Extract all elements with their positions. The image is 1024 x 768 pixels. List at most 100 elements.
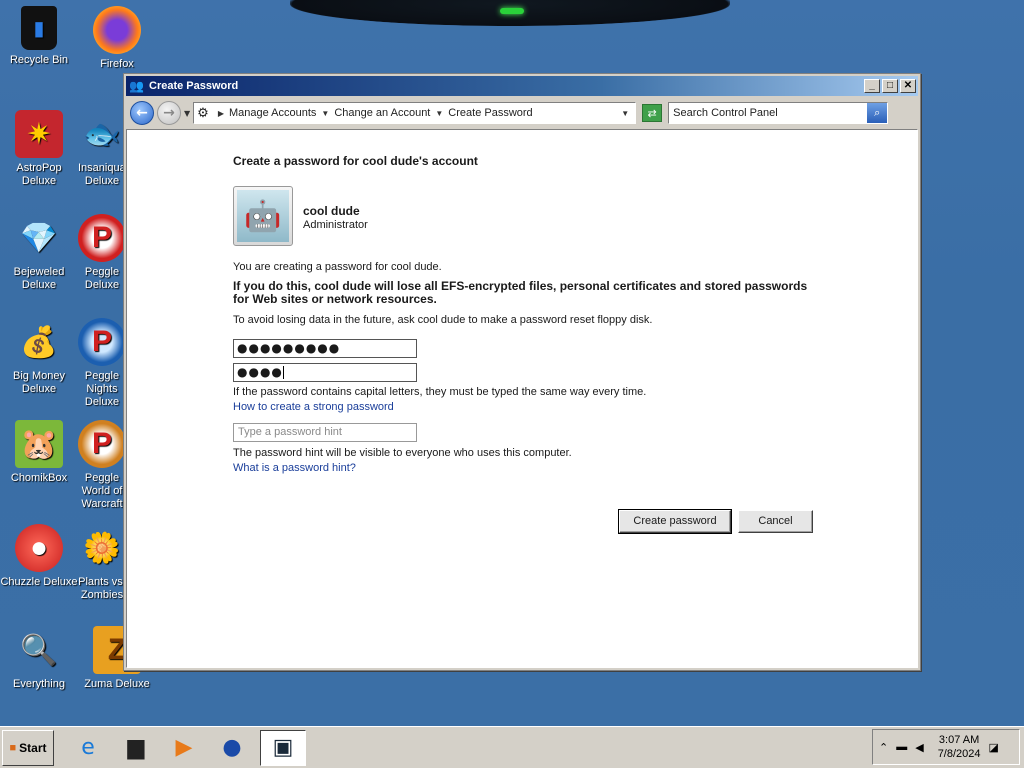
title-bar[interactable]: 👥 Create Password _ □ ✕	[126, 76, 918, 96]
peggle-nights-icon: P	[78, 318, 126, 366]
desktop-icon-chuzzle[interactable]: ● Chuzzle Deluxe	[0, 524, 78, 589]
breadcrumb-create-password[interactable]: Create Password	[448, 107, 532, 119]
password-hint-field[interactable]: Type a password hint	[233, 423, 417, 442]
desktop-icon-label: Peggle World of Warcraft	[81, 472, 123, 510]
create-password-window: 👥 Create Password _ □ ✕ ← → ▼ ⚙ ▶ Manage…	[123, 73, 921, 671]
window-title: Create Password	[149, 80, 239, 92]
chevron-up-icon[interactable]: ⌃	[879, 741, 888, 754]
content-pane: Create a password for cool dude's accoun…	[126, 129, 918, 668]
breadcrumb-change-account[interactable]: Change an Account	[334, 107, 430, 119]
desktop-icon-label: Insaniquarium Deluxe	[78, 162, 126, 187]
insaniquarium-icon: 🐟	[83, 117, 121, 151]
astropop-icon: ✷	[15, 110, 63, 158]
breadcrumb-manage-accounts[interactable]: Manage Accounts	[229, 107, 316, 119]
desktop-icon-pvz[interactable]: 🌼 Plants vs. Zombies	[78, 524, 126, 602]
desktop-icon-peggle[interactable]: P Peggle Deluxe	[78, 214, 126, 292]
bejeweled-icon: 💎	[20, 221, 58, 255]
account-card: 🤖 cool dude Administrator	[233, 186, 368, 246]
network-icon[interactable]: ▬	[896, 741, 907, 753]
intro-text: You are creating a password for cool dud…	[233, 261, 442, 273]
desktop-icon-big-money[interactable]: 💰 Big Money Deluxe	[0, 318, 78, 396]
clock[interactable]: 3:07 AM 7/8/2024	[938, 733, 981, 761]
search-icon[interactable]: ⌕	[867, 103, 888, 123]
big-money-icon: 💰	[20, 325, 58, 359]
strong-password-link[interactable]: How to create a strong password	[233, 401, 394, 413]
cancel-button[interactable]: Cancel	[738, 510, 813, 533]
search-input[interactable]: Search Control Panel	[673, 107, 867, 119]
page-heading: Create a password for cool dude's accoun…	[233, 154, 478, 168]
desktop-icon-label: Peggle Nights Deluxe	[84, 370, 120, 408]
peggle-wow-icon: P	[78, 420, 126, 468]
close-button[interactable]: ✕	[900, 79, 916, 93]
advice-text: To avoid losing data in the future, ask …	[233, 314, 653, 326]
peggle-icon: P	[78, 214, 126, 262]
address-dropdown-icon[interactable]: ▼	[621, 109, 629, 118]
internet-explorer-icon[interactable]: e	[68, 730, 108, 766]
taskbar: ■ Start e ▆ ▶ ● ▣ ⌃ ▬ ◀ 3:07 AM 7/8/2024…	[0, 726, 1024, 768]
desktop-icon-label: Chuzzle Deluxe	[0, 576, 78, 588]
password-hint-help-link[interactable]: What is a password hint?	[233, 462, 356, 474]
control-panel-icon: ⚙	[197, 105, 209, 120]
refresh-icon[interactable]: ⇄	[642, 104, 663, 122]
hint-note: The password hint will be visible to eve…	[233, 447, 572, 459]
desktop-icon-label: Bejeweled Deluxe	[13, 266, 65, 291]
clock-time: 3:07 AM	[938, 734, 980, 746]
windows-flag-icon: ■	[9, 741, 17, 754]
search-box[interactable]: Search Control Panel ⌕	[668, 102, 889, 124]
chevron-right-icon[interactable]: ▼	[321, 109, 329, 118]
desktop-icon-label: Everything	[13, 678, 65, 690]
firefox-icon	[93, 6, 141, 54]
desktop-icon-peggle-nights[interactable]: P Peggle Nights Deluxe	[78, 318, 126, 409]
desktop-icon-bejeweled[interactable]: 💎 Bejeweled Deluxe	[0, 214, 78, 292]
chevron-right-icon[interactable]: ▶	[218, 109, 224, 118]
minimize-button[interactable]: _	[864, 79, 880, 93]
desktop-icon-everything[interactable]: 🔍 Everything	[0, 626, 78, 691]
clock-date: 7/8/2024	[937, 748, 981, 760]
start-label: Start	[19, 740, 47, 755]
pvz-icon: 🌼	[83, 531, 121, 565]
robot-avatar-icon: 🤖	[237, 190, 289, 242]
desktop-icon-firefox[interactable]: Firefox	[78, 6, 156, 71]
account-info: cool dude Administrator	[303, 204, 368, 246]
volume-icon[interactable]: ◀	[915, 741, 923, 754]
desktop-ornament	[290, 0, 730, 26]
desktop-icon-astropop[interactable]: ✷ AstroPop Deluxe	[0, 110, 78, 188]
forward-button[interactable]: →	[157, 101, 181, 125]
recycle-bin-icon: ▮	[21, 6, 57, 50]
caps-note: If the password contains capital letters…	[233, 386, 647, 398]
confirm-password-value: ●●●●	[237, 365, 283, 379]
desktop-icon-insaniquarium[interactable]: 🐟 Insaniquarium Deluxe	[78, 110, 126, 188]
led-indicator	[500, 8, 524, 14]
history-dropdown-icon[interactable]: ▼	[184, 109, 190, 118]
avatar: 🤖	[233, 186, 293, 246]
address-bar[interactable]: ⚙ ▶ Manage Accounts ▼ Change an Account …	[193, 102, 637, 124]
desktop-icon-chomikbox[interactable]: 🐹 ChomikBox	[0, 420, 78, 485]
desktop-icon-label: Plants vs. Zombies	[78, 576, 126, 601]
warning-text: If you do this, cool dude will lose all …	[233, 279, 808, 306]
system-tray: ⌃ ▬ ◀ 3:07 AM 7/8/2024 ◪	[872, 729, 1020, 765]
explorer-folder-icon[interactable]: ▆	[116, 730, 156, 766]
chevron-right-icon[interactable]: ▼	[435, 109, 443, 118]
desktop-icon-label: ChomikBox	[10, 472, 68, 484]
action-center-icon[interactable]: ◪	[989, 741, 999, 754]
desktop-icon-recycle-bin[interactable]: ▮ Recycle Bin	[0, 6, 78, 67]
navigation-bar: ← → ▼ ⚙ ▶ Manage Accounts ▼ Change an Ac…	[126, 98, 918, 128]
new-password-field[interactable]: ●●●●●●●●●	[233, 339, 417, 358]
desktop-icon-peggle-wow[interactable]: P Peggle World of Warcraft	[78, 420, 126, 511]
chuzzle-icon: ●	[15, 524, 63, 572]
desktop-icon-label: Peggle Deluxe	[84, 266, 120, 291]
create-password-button[interactable]: Create password	[618, 509, 732, 534]
user-accounts-icon: 👥	[129, 79, 144, 93]
account-role: Administrator	[303, 219, 368, 231]
media-player-icon[interactable]: ▶	[164, 730, 204, 766]
everything-search-icon: 🔍	[20, 633, 58, 667]
desktop-icon-label: Zuma Deluxe	[84, 678, 150, 690]
globe-icon[interactable]: ●	[212, 730, 252, 766]
back-button[interactable]: ←	[130, 101, 154, 125]
chomikbox-icon: 🐹	[15, 420, 63, 468]
confirm-password-field[interactable]: ●●●●	[233, 363, 417, 382]
control-panel-taskbar-icon[interactable]: ▣	[260, 729, 306, 766]
desktop-icon-label: Recycle Bin	[9, 54, 69, 66]
start-button[interactable]: ■ Start	[2, 729, 54, 766]
maximize-button[interactable]: □	[882, 79, 898, 93]
